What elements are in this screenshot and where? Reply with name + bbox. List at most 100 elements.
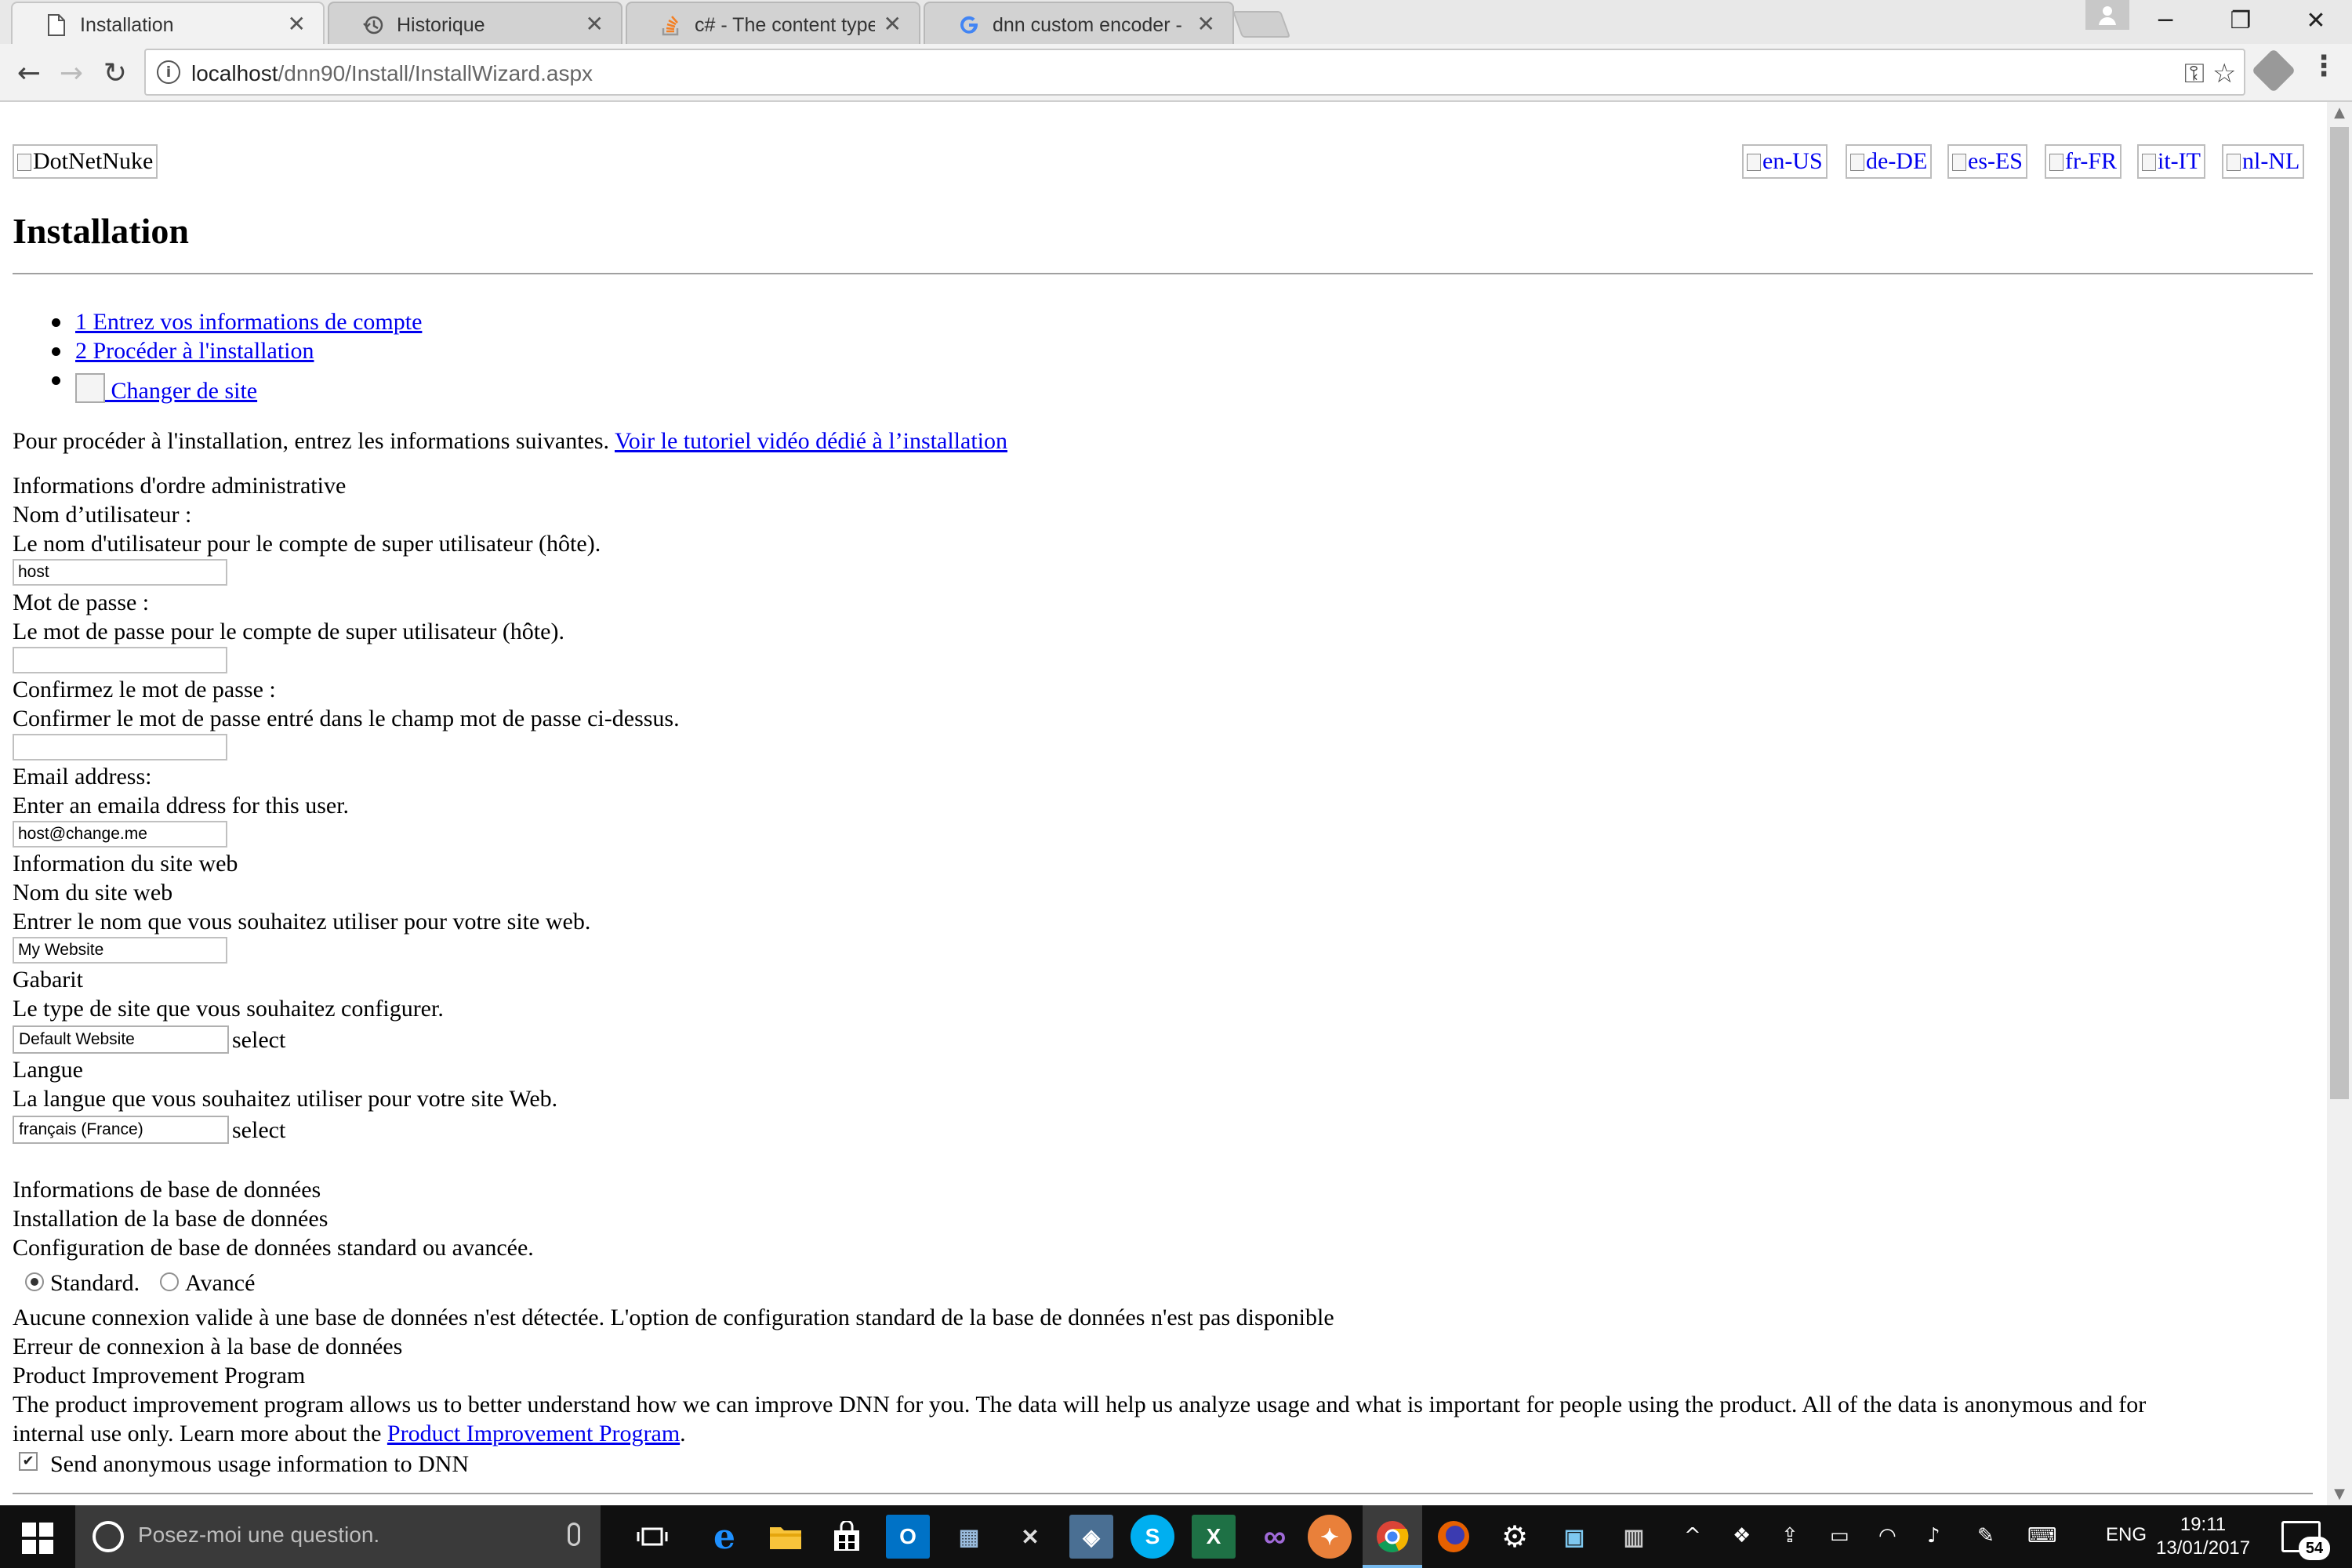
key-icon[interactable]: ⚿	[2184, 58, 2205, 89]
visual-studio-icon[interactable]: ∞	[1253, 1515, 1297, 1559]
notification-count-badge: 54	[2299, 1537, 2330, 1560]
store-icon[interactable]	[825, 1515, 869, 1559]
firefox-icon[interactable]	[1432, 1515, 1475, 1559]
cube-app-icon[interactable]: ▦	[947, 1515, 991, 1559]
show-hidden-icons-icon[interactable]: ^	[1684, 1524, 1701, 1548]
upload-icon[interactable]: ⇪	[1781, 1524, 1798, 1548]
step-item: 1 Entrez vos informations de compte	[51, 307, 422, 336]
language-flag-en-us[interactable]: en-US	[1742, 144, 1828, 179]
improvement-heading: Product Improvement Program	[13, 1363, 306, 1388]
clock-time: 19:11	[2180, 1514, 2227, 1535]
excel-icon[interactable]: X	[1192, 1515, 1236, 1559]
close-icon[interactable]: ✕	[288, 13, 306, 35]
scroll-down-icon[interactable]: ▼	[2327, 1483, 2352, 1505]
dropbox-icon[interactable]: ❖	[1733, 1524, 1751, 1548]
wifi-icon[interactable]: ◠	[1878, 1524, 1896, 1548]
page-icon	[45, 14, 67, 36]
step-item: 2 Procéder à l'installation	[51, 336, 422, 365]
browser-toolbar: ← → ↻ i localhost/dnn90/Install/InstallW…	[0, 44, 2352, 102]
address-bar[interactable]: i localhost/dnn90/Install/InstallWizard.…	[144, 49, 2245, 96]
page-scrollbar[interactable]: ▲ ▼	[2327, 102, 2352, 1505]
restore-button[interactable]: ❐	[2205, 0, 2277, 41]
language-flag-es-es[interactable]: es-ES	[1947, 144, 2027, 179]
keyboard-icon[interactable]: ⌨	[2027, 1524, 2057, 1548]
tab-historique[interactable]: Historique ✕	[328, 2, 622, 44]
skype-icon[interactable]: S	[1131, 1515, 1174, 1559]
microphone-icon[interactable]	[568, 1523, 580, 1546]
radio-standard[interactable]	[25, 1272, 44, 1291]
tab-installation[interactable]: Installation ✕	[11, 2, 325, 44]
close-icon[interactable]: ✕	[586, 13, 604, 35]
scroll-up-icon[interactable]: ▲	[2327, 102, 2352, 124]
radio-advanced[interactable]	[160, 1272, 179, 1291]
video-tutorial-link[interactable]: Voir le tutoriel vidéo dédié à l’install…	[615, 428, 1007, 454]
chrome-icon[interactable]	[1370, 1515, 1414, 1559]
improvement-program-link[interactable]: Product Improvement Program	[387, 1421, 680, 1446]
info-icon[interactable]: i	[157, 60, 180, 84]
usage-info-checkbox[interactable]: ✔	[19, 1452, 38, 1471]
tab-title: Installation	[80, 14, 174, 36]
input-language[interactable]: ENG	[2106, 1524, 2147, 1546]
template-label: Gabarit	[13, 967, 83, 993]
extension-icon[interactable]	[2251, 48, 2296, 93]
email-input[interactable]: host@change.me	[13, 821, 227, 848]
close-window-button[interactable]: ✕	[2280, 0, 2352, 41]
profile-icon[interactable]	[2085, 0, 2129, 30]
template-select[interactable]: Default Website	[13, 1025, 229, 1054]
website-name-input[interactable]: My Website	[13, 937, 227, 964]
remote-desktop-icon[interactable]: ▣	[1552, 1515, 1596, 1559]
password-input[interactable]	[13, 647, 227, 673]
password-help: Le mot de passe pour le compte de super …	[13, 619, 564, 644]
broken-image-icon	[1747, 154, 1761, 171]
archive-app-icon[interactable]: ▥	[1612, 1515, 1656, 1559]
back-arrow-icon[interactable]: ←	[9, 53, 49, 93]
tab-google-search[interactable]: dnn custom encoder - Re ✕	[924, 2, 1234, 44]
tab-stackoverflow[interactable]: c# - The content type te ✕	[626, 2, 920, 44]
file-explorer-icon[interactable]	[764, 1515, 808, 1559]
language-select[interactable]: français (France)	[13, 1116, 229, 1144]
system-clock[interactable]: 19:11 13/01/2017	[2156, 1513, 2250, 1560]
tools-icon[interactable]: ✕	[1008, 1515, 1052, 1559]
browser-tab-strip: Installation ✕ Historique ✕ c# - The con…	[0, 0, 2352, 44]
language-flag-fr-fr[interactable]: fr-FR	[2045, 144, 2122, 179]
forward-arrow-icon[interactable]: →	[52, 53, 91, 93]
broken-image-icon	[17, 154, 31, 171]
database-install-help: Configuration de base de données standar…	[13, 1235, 534, 1261]
confirm-password-label: Confirmez le mot de passe :	[13, 677, 276, 702]
language-select-label: select	[232, 1117, 286, 1143]
close-icon[interactable]: ✕	[1197, 13, 1215, 35]
task-view-icon[interactable]	[630, 1515, 674, 1559]
menu-dots-icon[interactable]: ⋮	[2310, 50, 2338, 82]
scroll-thumb[interactable]	[2330, 127, 2349, 1099]
edge-browser-icon[interactable]: e	[702, 1515, 746, 1559]
tab-title: dnn custom encoder - Re	[993, 14, 1189, 36]
step-link-install[interactable]: 2 Procéder à l'installation	[75, 338, 314, 364]
new-tab-button[interactable]	[1232, 11, 1291, 38]
settings-gear-icon[interactable]: ⚙	[1493, 1515, 1537, 1559]
reload-icon[interactable]: ↻	[96, 53, 135, 93]
bookmark-star-icon[interactable]: ☆	[2212, 58, 2236, 89]
battery-icon[interactable]: ▭	[1830, 1524, 1849, 1548]
orange-app-icon[interactable]: ✦	[1308, 1515, 1352, 1559]
sql-server-icon[interactable]: ◈	[1069, 1515, 1113, 1559]
close-icon[interactable]: ✕	[884, 13, 902, 35]
language-flag-nl-nl[interactable]: nl-NL	[2222, 144, 2305, 179]
cortana-search-box[interactable]: Posez-moi une question.	[75, 1505, 601, 1568]
confirm-password-help: Confirmer le mot de passe entré dans le …	[13, 706, 680, 731]
username-input[interactable]: host	[13, 559, 227, 586]
step-link-change-site[interactable]: Changer de site	[75, 373, 257, 404]
language-flag-de-de[interactable]: de-DE	[1846, 144, 1933, 179]
step-link-account[interactable]: 1 Entrez vos informations de compte	[75, 309, 422, 335]
volume-icon[interactable]: ♪	[1927, 1524, 1940, 1548]
username-help: Le nom d'utilisateur pour le compte de s…	[13, 531, 601, 557]
address-url[interactable]: localhost/dnn90/Install/InstallWizard.as…	[191, 61, 593, 86]
admin-heading: Informations d'ordre administrative	[13, 473, 347, 499]
outlook-icon[interactable]: O	[886, 1515, 930, 1559]
broken-image-icon	[1952, 154, 1966, 171]
minimize-button[interactable]: ─	[2129, 0, 2201, 41]
username-label: Nom d’utilisateur :	[13, 502, 192, 528]
language-flag-it-it[interactable]: it-IT	[2137, 144, 2205, 179]
windows-start-icon[interactable]	[22, 1523, 53, 1554]
pen-icon[interactable]: ✎	[1977, 1524, 1994, 1548]
confirm-password-input[interactable]	[13, 734, 227, 760]
